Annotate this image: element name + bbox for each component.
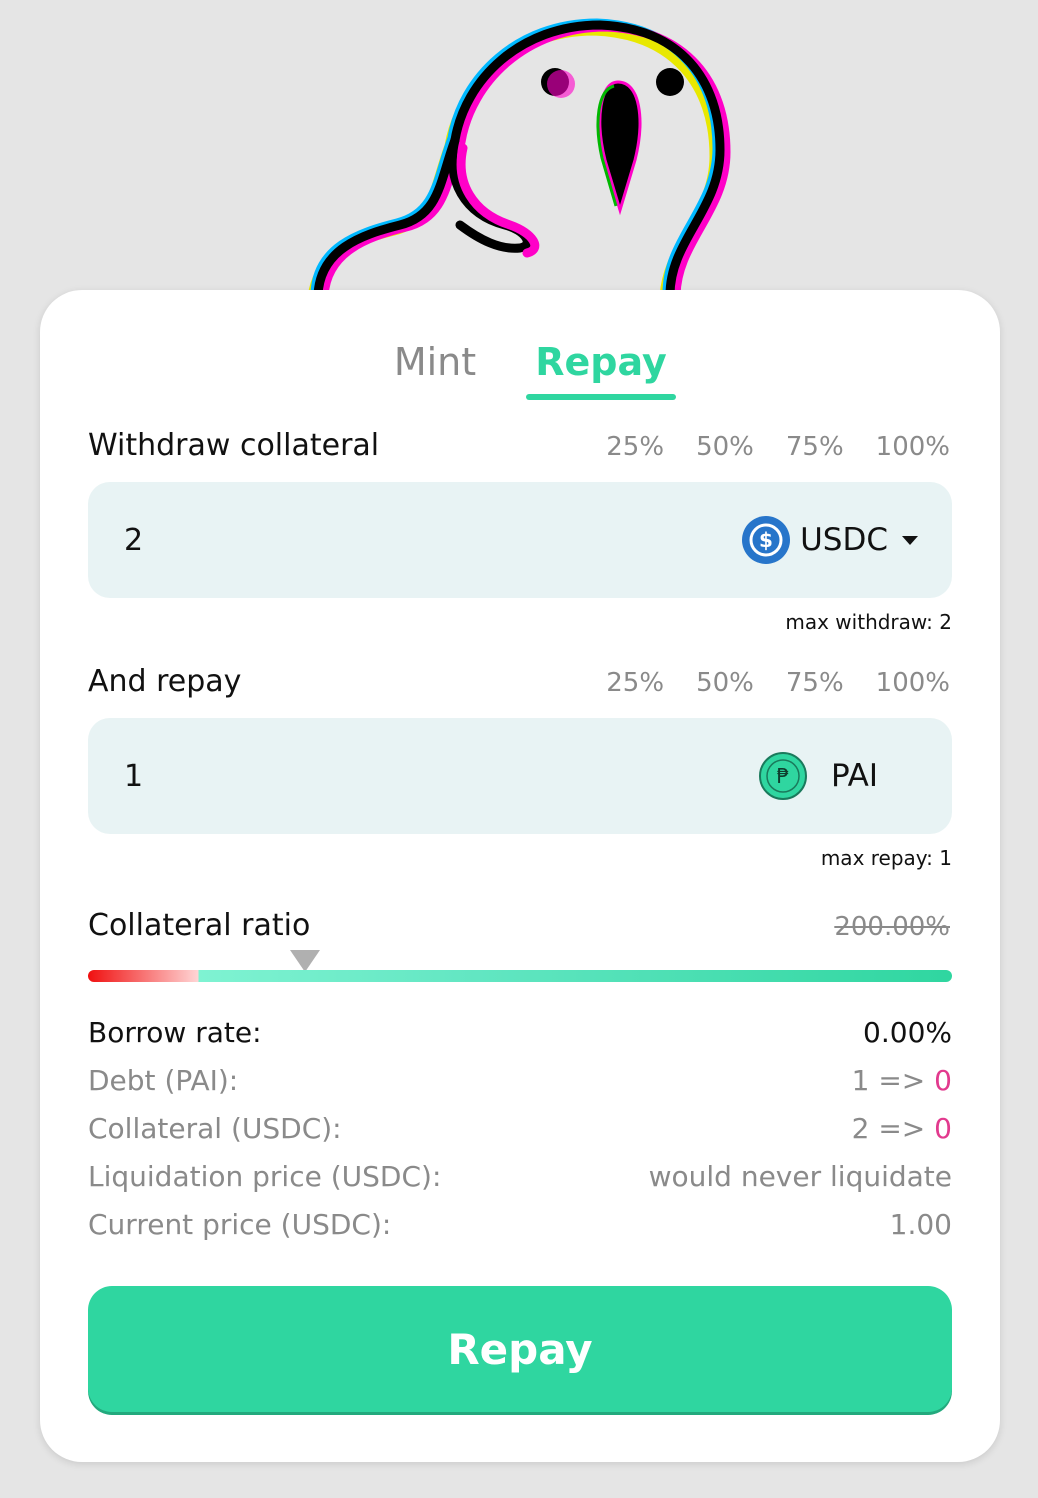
withdraw-100-button[interactable]: 100% [876, 432, 950, 462]
active-tab-indicator [526, 394, 676, 400]
current-price-row: Current price (USDC): 1.00 [88, 1208, 952, 1248]
collateral-to: 0 [934, 1112, 952, 1145]
withdraw-amount-input[interactable] [122, 522, 626, 559]
tab-mint[interactable]: Mint [375, 340, 495, 384]
collateral-value: 2 => 0 [852, 1112, 952, 1145]
withdraw-75-button[interactable]: 75% [786, 432, 844, 462]
max-repay-note: max repay: 1 [820, 846, 952, 870]
debt-to: 0 [934, 1064, 952, 1097]
current-price-value: 1.00 [889, 1208, 952, 1241]
repay-percent-buttons: 25% 50% 75% 100% [606, 668, 950, 698]
borrow-rate-label: Borrow rate: [88, 1016, 262, 1049]
borrow-rate-row: Borrow rate: 0.00% [88, 1016, 952, 1056]
repay-100-button[interactable]: 100% [876, 668, 950, 698]
collateral-ratio-label: Collateral ratio [88, 908, 311, 943]
collateral-token-name: USDC [800, 522, 888, 558]
debt-value: 1 => 0 [852, 1064, 952, 1097]
collateral-ratio-value: 200.00% [834, 912, 950, 942]
collateral-label: Collateral (USDC): [88, 1112, 342, 1145]
withdraw-50-button[interactable]: 50% [696, 432, 754, 462]
withdraw-field: $ USDC [88, 482, 952, 598]
repay-field: ₱ PAI [88, 718, 952, 834]
chevron-down-icon [902, 535, 918, 545]
repay-token: ₱ PAI [758, 752, 878, 800]
liquidation-price-label: Liquidation price (USDC): [88, 1160, 442, 1193]
repay-amount-input[interactable] [122, 758, 626, 795]
collateral-ratio-bar [88, 970, 952, 982]
mode-tabs: Mint Repay [40, 340, 1000, 410]
current-price-label: Current price (USDC): [88, 1208, 392, 1241]
liquidation-price-row: Liquidation price (USDC): would never li… [88, 1160, 952, 1200]
withdraw-percent-buttons: 25% 50% 75% 100% [606, 432, 950, 462]
collateral-from: 2 => [851, 1112, 926, 1145]
repay-25-button[interactable]: 25% [606, 668, 664, 698]
parrot-mascot-logo [308, 18, 731, 295]
svg-text:$: $ [759, 528, 773, 552]
repay-50-button[interactable]: 50% [696, 668, 754, 698]
repay-75-button[interactable]: 75% [786, 668, 844, 698]
repay-label: And repay [88, 664, 242, 699]
svg-text:₱: ₱ [777, 764, 790, 788]
repay-token-name: PAI [830, 758, 878, 794]
borrow-rate-value: 0.00% [863, 1016, 952, 1049]
withdraw-label: Withdraw collateral [88, 428, 380, 463]
repay-card: Mint Repay Withdraw collateral 25% 50% 7… [40, 290, 1000, 1462]
collateral-row: Collateral (USDC): 2 => 0 [88, 1112, 952, 1152]
pai-coin-icon: ₱ [758, 752, 807, 800]
collateral-token-select[interactable]: $ USDC [742, 516, 918, 564]
usdc-coin-icon: $ [742, 516, 791, 564]
ratio-marker-icon [290, 950, 320, 972]
debt-from: 1 => [851, 1064, 926, 1097]
tab-repay[interactable]: Repay [526, 340, 676, 384]
withdraw-25-button[interactable]: 25% [606, 432, 664, 462]
debt-label: Debt (PAI): [88, 1064, 239, 1097]
liquidation-price-value: would never liquidate [648, 1160, 952, 1193]
max-withdraw-note: max withdraw: 2 [785, 610, 952, 634]
repay-button[interactable]: Repay [88, 1286, 952, 1412]
debt-row: Debt (PAI): 1 => 0 [88, 1064, 952, 1104]
